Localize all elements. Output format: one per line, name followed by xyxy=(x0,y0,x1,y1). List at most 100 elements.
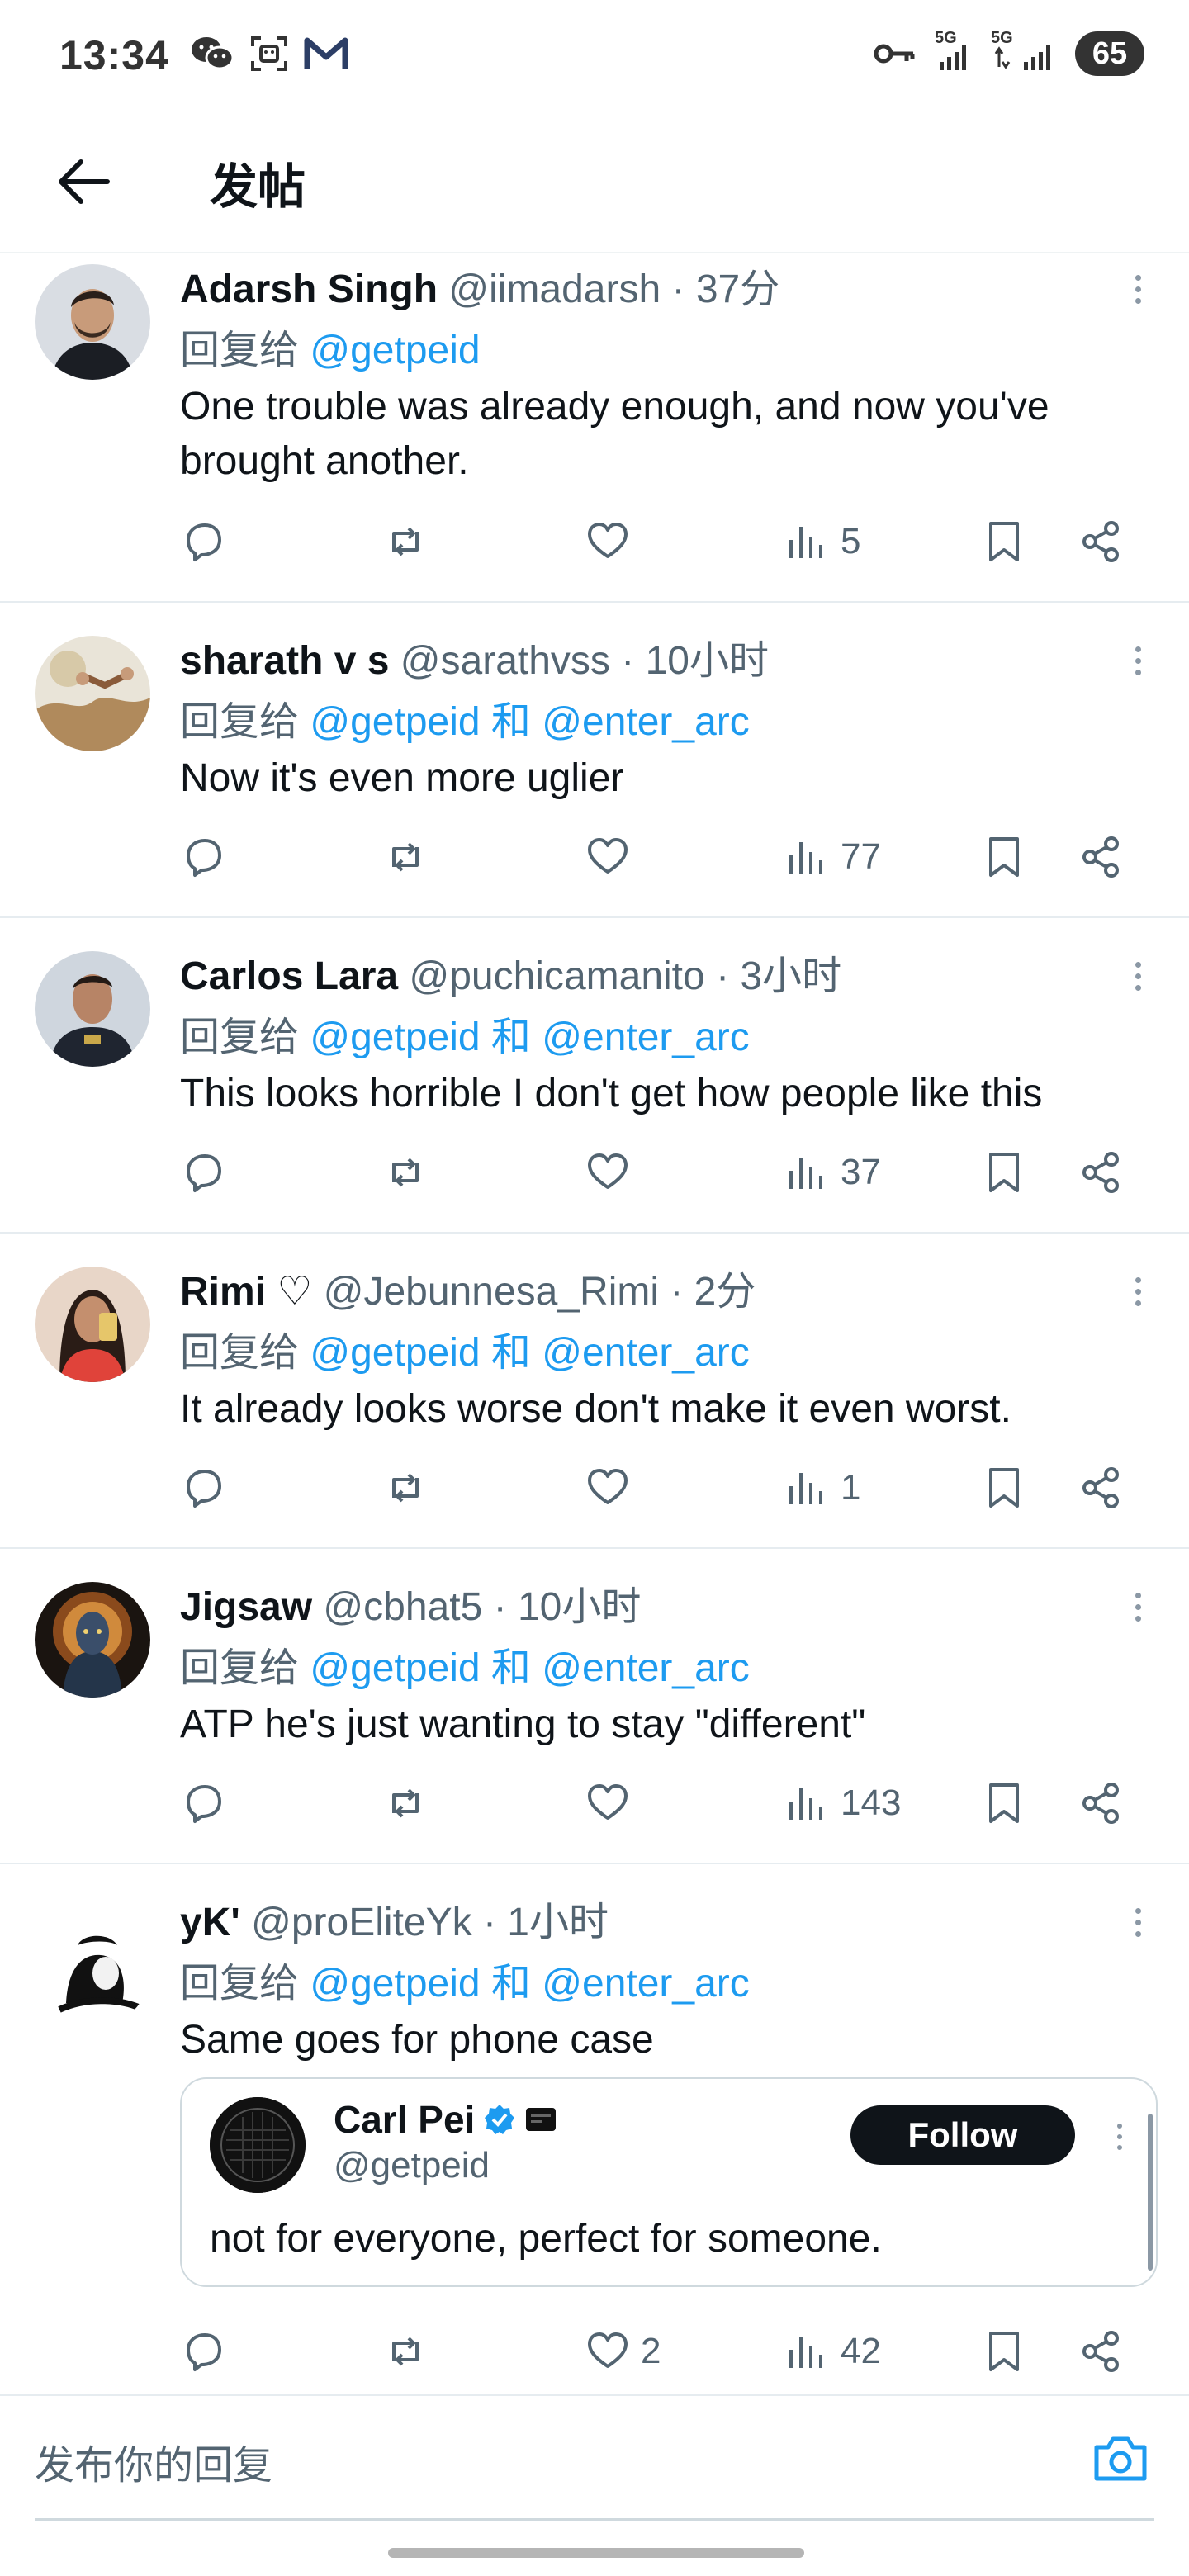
follow-button[interactable]: Follow xyxy=(850,2105,1075,2165)
avatar[interactable] xyxy=(35,636,150,751)
mention-link[interactable]: @getpeid xyxy=(310,329,480,372)
post-time: 37分 xyxy=(695,268,780,311)
repost-button[interactable] xyxy=(382,1139,429,1205)
reply-tweet[interactable]: yK' @proEliteYk · 1小时 回复给 @getpeid 和 @en… xyxy=(0,1889,1189,2391)
author-handle[interactable]: @proEliteYk xyxy=(251,1901,472,1944)
reply-button[interactable] xyxy=(180,1455,226,1521)
bookmark-button[interactable] xyxy=(981,824,1027,890)
views-count: 143 xyxy=(841,1783,902,1823)
mention-link[interactable]: @enter_arc xyxy=(542,700,750,744)
more-options-button[interactable] xyxy=(1121,951,1154,1001)
back-button[interactable] xyxy=(46,144,121,219)
reply-input[interactable]: 发布你的回复 xyxy=(35,2432,272,2490)
reply-button[interactable] xyxy=(180,2318,226,2384)
share-button[interactable] xyxy=(1078,1770,1125,1836)
mention-link[interactable]: @getpeid xyxy=(310,700,480,744)
like-button[interactable]: 2 xyxy=(585,2318,661,2384)
avatar[interactable] xyxy=(35,1267,150,1382)
share-button[interactable] xyxy=(1078,509,1125,575)
author-handle[interactable]: @puchicamanito xyxy=(409,954,704,998)
views-button[interactable]: 5 xyxy=(784,509,860,575)
avatar[interactable] xyxy=(35,1912,150,2028)
more-options-button[interactable] xyxy=(1121,1582,1154,1631)
views-button[interactable]: 1 xyxy=(784,1455,860,1521)
bookmark-button[interactable] xyxy=(981,2318,1027,2384)
status-left-icons xyxy=(190,35,348,73)
quoted-handle[interactable]: @getpeid xyxy=(334,2145,490,2186)
repost-button[interactable] xyxy=(382,824,429,890)
reply-tweet[interactable]: Jigsaw @cbhat5 · 10小时 回复给 @getpeid 和 @en… xyxy=(0,1574,1189,1864)
quoted-avatar[interactable] xyxy=(210,2097,306,2193)
share-button[interactable] xyxy=(1078,1455,1125,1521)
reply-tweet[interactable]: Rimi ♡ @Jebunnesa_Rimi · 2分 回复给 @getpeid… xyxy=(0,1258,1189,1549)
separator-dot: · xyxy=(621,639,635,683)
reply-prefix: 回复给 xyxy=(180,1962,300,2005)
more-options-button[interactable] xyxy=(1121,1897,1154,1947)
share-button[interactable] xyxy=(1078,2318,1125,2384)
like-button[interactable] xyxy=(585,1139,631,1205)
avatar[interactable] xyxy=(35,951,150,1067)
views-button[interactable]: 42 xyxy=(784,2318,881,2384)
reply-button[interactable] xyxy=(180,1139,226,1205)
repost-button[interactable] xyxy=(382,1770,429,1836)
repost-button[interactable] xyxy=(382,1455,429,1521)
author-handle[interactable]: @sarathvss xyxy=(400,639,610,683)
author-name[interactable]: yK' xyxy=(180,1901,240,1944)
mention-link[interactable]: @getpeid xyxy=(310,1331,480,1375)
like-button[interactable] xyxy=(585,1455,631,1521)
author-handle[interactable]: @Jebunnesa_Rimi xyxy=(324,1270,659,1314)
repost-button[interactable] xyxy=(382,2318,429,2384)
quoted-author[interactable]: Carl Pei xyxy=(334,2097,557,2142)
like-button[interactable] xyxy=(585,1770,631,1836)
avatar[interactable] xyxy=(35,264,150,380)
more-options-button[interactable] xyxy=(1121,1267,1154,1316)
reply-tweet[interactable]: Carlos Lara @puchicamanito · 3小时 回复给 @ge… xyxy=(0,943,1189,1234)
more-options-button[interactable] xyxy=(1121,264,1154,314)
mention-link[interactable]: @getpeid xyxy=(310,1962,480,2005)
mention-link[interactable]: @getpeid xyxy=(310,1646,480,1690)
author-handle[interactable]: @cbhat5 xyxy=(323,1585,482,1629)
repost-icon xyxy=(392,1473,419,1503)
home-indicator[interactable] xyxy=(388,2548,804,2558)
author-name[interactable]: Carlos Lara xyxy=(180,954,398,998)
mention-link[interactable]: @enter_arc xyxy=(542,1962,750,2005)
quoted-more-button[interactable] xyxy=(1111,2112,1128,2162)
share-button[interactable] xyxy=(1078,824,1125,890)
mention-link[interactable]: @getpeid xyxy=(310,1016,480,1059)
reply-tweet[interactable]: Adarsh Singh @iimadarsh · 37分 回复给 @getpe… xyxy=(0,256,1189,603)
like-button[interactable] xyxy=(585,509,631,575)
bookmark-button[interactable] xyxy=(981,1770,1027,1836)
author-handle[interactable]: @iimadarsh xyxy=(448,268,661,311)
net-label-1: 5G xyxy=(935,29,957,47)
more-options-button[interactable] xyxy=(1121,636,1154,685)
author-name[interactable]: Adarsh Singh xyxy=(180,268,438,311)
quoted-author-name[interactable]: Carl Pei xyxy=(334,2097,475,2142)
camera-button[interactable] xyxy=(1092,2429,1149,2487)
bookmark-button[interactable] xyxy=(981,509,1027,575)
quoted-tweet[interactable]: Carl Pei @getpeid Follow not for everyon… xyxy=(180,2077,1158,2287)
reply-tweet[interactable]: sharath v s @sarathvss · 10小时 回复给 @getpe… xyxy=(0,627,1189,918)
author-name[interactable]: sharath v s xyxy=(180,639,389,683)
repost-button[interactable] xyxy=(382,509,429,575)
share-icon xyxy=(1082,2331,1119,2372)
author-name[interactable]: Jigsaw xyxy=(180,1585,312,1629)
avatar[interactable] xyxy=(35,1582,150,1698)
reply-button[interactable] xyxy=(180,1770,226,1836)
analytics-icon xyxy=(789,2337,822,2368)
mention-link[interactable]: @enter_arc xyxy=(542,1646,750,1690)
bookmark-button[interactable] xyxy=(981,1455,1027,1521)
mention-link[interactable]: @enter_arc xyxy=(542,1331,750,1375)
bookmark-button[interactable] xyxy=(981,1139,1027,1205)
mention-link[interactable]: @enter_arc xyxy=(542,1016,750,1059)
views-button[interactable]: 77 xyxy=(784,824,881,890)
tweet-header: Rimi ♡ @Jebunnesa_Rimi · 2分 xyxy=(180,1258,756,1316)
author-name[interactable]: Rimi ♡ xyxy=(180,1270,312,1314)
gmail-icon xyxy=(304,37,348,69)
share-button[interactable] xyxy=(1078,1139,1125,1205)
views-button[interactable]: 143 xyxy=(784,1770,901,1836)
views-button[interactable]: 37 xyxy=(784,1139,881,1205)
scan-icon xyxy=(251,36,287,71)
like-button[interactable] xyxy=(585,824,631,890)
reply-button[interactable] xyxy=(180,824,226,890)
reply-button[interactable] xyxy=(180,509,226,575)
